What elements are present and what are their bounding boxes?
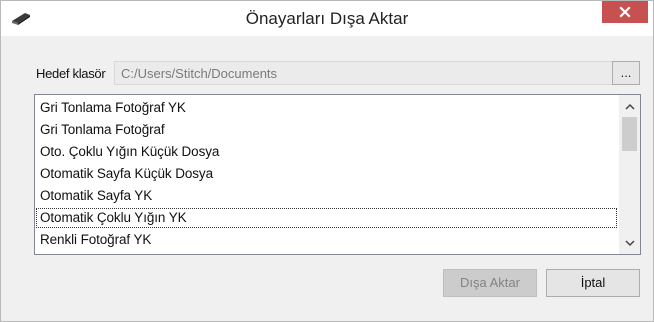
preset-list-item[interactable]: Renkli Fotoğraf YK <box>35 229 618 251</box>
preset-list-item[interactable]: Oto. Çoklu Yığın Küçük Dosya <box>35 141 618 163</box>
list-scrollbar[interactable] <box>619 95 640 254</box>
scanner-icon <box>10 10 32 26</box>
scroll-down-button[interactable] <box>619 234 640 252</box>
scroll-thumb[interactable] <box>622 117 637 151</box>
destination-folder-field[interactable] <box>114 61 638 85</box>
preset-list-item[interactable]: Gri Tonlama Fotoğraf YK <box>35 97 618 119</box>
browse-button[interactable]: ... <box>612 61 640 85</box>
presets-list[interactable]: Gri Tonlama Fotoğraf YK Gri Tonlama Fotoğ… <box>34 94 641 255</box>
destination-folder-row: Hedef klasör <box>36 61 641 85</box>
cancel-button[interactable]: İptal <box>546 269 640 297</box>
export-presets-dialog: Önayarları Dışa Aktar Hedef klasör ... G… <box>0 0 654 322</box>
close-button[interactable] <box>602 1 648 23</box>
scroll-up-button[interactable] <box>619 97 640 115</box>
chevron-up-icon <box>624 97 635 115</box>
presets-list-items: Gri Tonlama Fotoğraf YK Gri Tonlama Fotoğ… <box>35 97 618 251</box>
close-icon <box>619 6 631 18</box>
destination-folder-label: Hedef klasör <box>36 66 106 81</box>
preset-list-item[interactable]: Gri Tonlama Fotoğraf <box>35 119 618 141</box>
dialog-title: Önayarları Dışa Aktar <box>245 9 409 28</box>
preset-list-item[interactable]: Otomatik Sayfa YK <box>35 185 618 207</box>
preset-list-item[interactable]: Otomatik Çoklu Yığın YK <box>35 207 618 229</box>
chevron-down-icon <box>624 234 635 252</box>
title-bar[interactable]: Önayarları Dışa Aktar <box>1 1 653 36</box>
preset-list-item[interactable]: Otomatik Sayfa Küçük Dosya <box>35 163 618 185</box>
export-button[interactable]: Dışa Aktar <box>443 269 537 297</box>
